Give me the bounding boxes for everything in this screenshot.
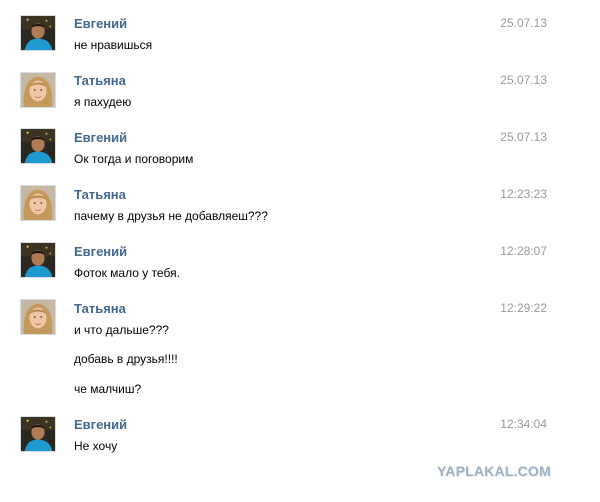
message-author-link[interactable]: Татьяна [74,187,126,202]
message-time: 25.07.13 [500,16,547,30]
message-item: Татьяна 12:23:23 пачему в друзья не доба… [0,171,600,228]
message-time: 25.07.13 [500,73,547,87]
message-item: Татьяна 12:29:22 и что дальше??? добавь … [0,285,600,405]
message-text: пачему в друзья не добавляеш??? [74,209,268,223]
message-item: Евгений 12:28:07 Фоток мало у тебя. [0,228,600,285]
message-text: Фоток мало у тебя. [74,266,180,280]
message-time: 25.07.13 [500,130,547,144]
evgeniy-avatar[interactable] [20,128,56,164]
message-time: 12:29:22 [500,301,547,315]
evgeniy-avatar[interactable] [20,15,56,51]
message-item: Татьяна 25.07.13 я пахудею [0,57,600,114]
message-time: 12:28:07 [500,244,547,258]
message-item: Евгений 25.07.13 Ок тогда и поговорим [0,114,600,171]
evgeniy-avatar[interactable] [20,416,56,452]
message-author-link[interactable]: Евгений [74,244,127,259]
message-text: Не хочу [74,439,118,453]
message-author-link[interactable]: Татьяна [74,301,126,316]
tatyana-avatar[interactable] [20,72,56,108]
message-author-link[interactable]: Евгений [74,417,127,432]
message-text: я пахудею [74,95,132,109]
message-time: 12:23:23 [500,187,547,201]
message-item: Евгений 25.07.13 не нравишься [0,0,600,57]
message-text: не нравишься [74,38,153,52]
message-text: Ок тогда и поговорим [74,152,194,166]
message-item: Евгений 12:34:04 Не хочу [0,402,600,459]
message-text: добавь в друзья!!!! [74,352,178,366]
message-author-link[interactable]: Татьяна [74,73,126,88]
evgeniy-avatar[interactable] [20,242,56,278]
tatyana-avatar[interactable] [20,299,56,335]
message-author-link[interactable]: Евгений [74,16,127,31]
message-text: че малчиш? [74,382,142,396]
message-time: 12:34:04 [500,417,547,431]
site-watermark: YAPLAKAL.COM [437,463,551,479]
message-author-link[interactable]: Евгений [74,130,127,145]
tatyana-avatar[interactable] [20,185,56,221]
message-text: и что дальше??? [74,323,169,337]
